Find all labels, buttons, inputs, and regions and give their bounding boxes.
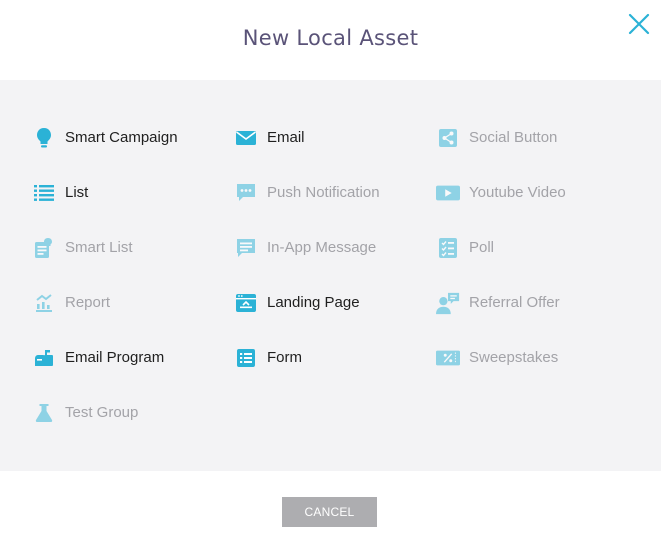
asset-label: Sweepstakes [469, 349, 559, 366]
close-icon[interactable] [626, 11, 652, 37]
asset-smart-list[interactable]: Smart List [32, 234, 133, 262]
asset-email-program[interactable]: Email Program [32, 344, 164, 372]
poll-checklist-icon [436, 236, 460, 260]
asset-report[interactable]: Report [32, 289, 110, 317]
asset-label: Push Notification [267, 184, 380, 201]
flask-icon [32, 401, 56, 425]
asset-label: Poll [469, 239, 495, 256]
smart-list-icon [32, 236, 56, 260]
asset-label: Form [267, 349, 302, 366]
asset-label: Email Program [65, 349, 165, 366]
asset-push-notification[interactable]: Push Notification [234, 179, 380, 207]
lightbulb-icon [32, 126, 56, 150]
mailbox-icon [32, 346, 56, 370]
asset-label: Smart Campaign [65, 129, 178, 146]
dialog-title: New Local Asset [242, 26, 419, 50]
chat-message-icon [234, 236, 258, 260]
asset-label: Test Group [65, 404, 139, 421]
asset-in-app-message[interactable]: In-App Message [234, 234, 376, 262]
cancel-button[interactable]: CANCEL [282, 497, 377, 527]
asset-label: Smart List [65, 239, 133, 256]
asset-label: Report [65, 294, 111, 311]
asset-label: Email [267, 129, 305, 146]
landing-page-icon [234, 291, 258, 315]
asset-form[interactable]: Form [234, 344, 302, 372]
asset-label: Social Button [469, 129, 558, 146]
asset-email[interactable]: Email [234, 124, 305, 152]
asset-smart-campaign[interactable]: Smart Campaign [32, 124, 178, 152]
envelope-icon [234, 126, 258, 150]
asset-grid: Smart Campaign List Smart List Report Em… [0, 80, 661, 471]
asset-label: Youtube Video [469, 184, 566, 201]
asset-label: Landing Page [267, 294, 360, 311]
share-icon [436, 126, 460, 150]
asset-youtube-video[interactable]: Youtube Video [436, 179, 566, 207]
dialog-header: New Local Asset [0, 0, 661, 80]
asset-sweepstakes[interactable]: Sweepstakes [436, 344, 558, 372]
asset-referral-offer[interactable]: Referral Offer [436, 289, 560, 317]
asset-test-group[interactable]: Test Group [32, 399, 138, 427]
asset-social-button[interactable]: Social Button [436, 124, 557, 152]
report-chart-icon [32, 291, 56, 315]
ticket-percent-icon [436, 346, 460, 370]
referral-person-icon [436, 291, 460, 315]
form-icon [234, 346, 258, 370]
video-play-icon [436, 181, 460, 205]
dialog-footer: CANCEL [0, 471, 661, 553]
asset-label: List [65, 184, 89, 201]
list-icon [32, 181, 56, 205]
asset-label: Referral Offer [469, 294, 560, 311]
asset-list[interactable]: List [32, 179, 88, 207]
asset-label: In-App Message [267, 239, 377, 256]
asset-landing-page[interactable]: Landing Page [234, 289, 360, 317]
push-notification-icon [234, 181, 258, 205]
asset-poll[interactable]: Poll [436, 234, 494, 262]
